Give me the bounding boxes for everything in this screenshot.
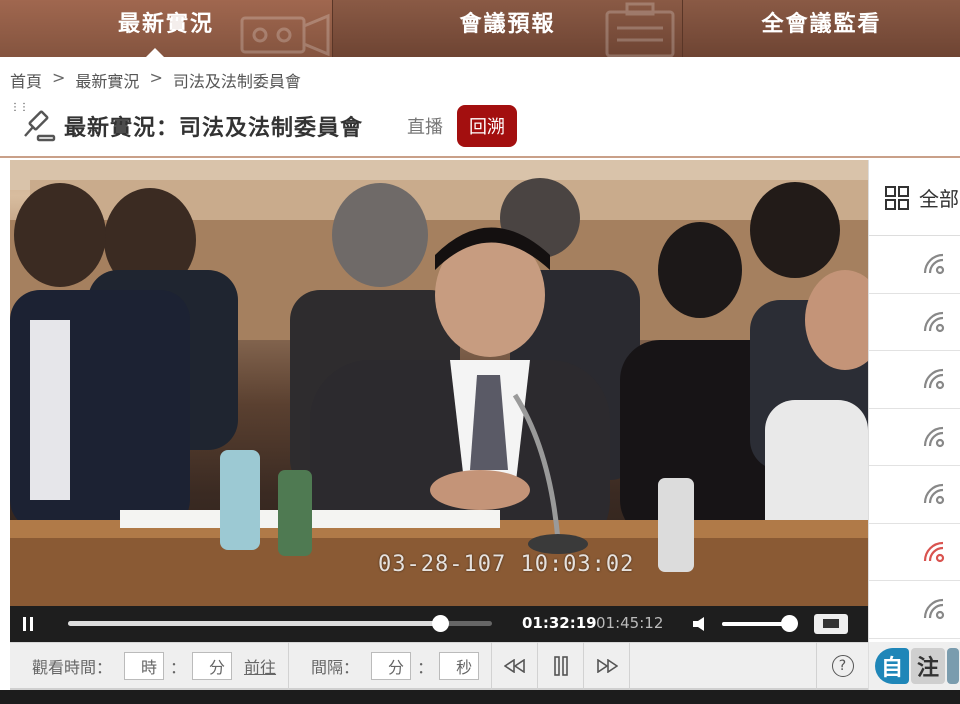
player-controls: 01:32:19 01:45:12 (10, 606, 868, 642)
pause-icon (23, 617, 33, 631)
seek-bar-fill (68, 621, 440, 626)
seek-bar-knob[interactable] (431, 615, 449, 632)
interval-label: 間隔： (311, 657, 360, 677)
replay-button[interactable]: 回溯 (457, 105, 518, 147)
broadcast-icon (923, 254, 945, 275)
meeting-list-panel: 全部 自 注 (868, 160, 960, 690)
go-button[interactable]: 前往 (244, 654, 276, 678)
help-button[interactable]: ? (816, 641, 868, 690)
fullscreen-button[interactable] (814, 614, 848, 634)
broadcast-icon (923, 599, 945, 620)
interval-second-input[interactable]: 秒 (439, 651, 480, 680)
colon: ： (170, 657, 187, 677)
panel-footer: 自 注 (869, 642, 960, 690)
title-divider (0, 156, 960, 158)
note-tag-button[interactable]: 注 (911, 648, 945, 684)
briefcase-icon (605, 2, 675, 57)
time-toolbar: 觀看時間： 時 ： 分 前往 間隔： 分 ： 秒 ? (10, 641, 868, 690)
breadcrumb-separator: > (52, 68, 66, 87)
panel-header-label: 全部 (919, 187, 959, 211)
title-row: 最新實況：司法及法制委員會 直播 回溯 (22, 104, 518, 148)
help-icon: ? (831, 654, 854, 677)
fast-forward-button[interactable] (584, 641, 631, 690)
live-toggle-button[interactable]: 直播 (407, 113, 443, 139)
tab-all-meeting-monitor[interactable]: 全會議監看 (682, 0, 960, 57)
breadcrumb-home[interactable]: 首頁 (10, 68, 42, 92)
fast-forward-icon (596, 658, 618, 673)
broadcast-icon (923, 541, 945, 562)
hour-input[interactable]: 時 (124, 651, 165, 680)
broadcast-icon (923, 484, 945, 505)
page-bottom-strip (0, 690, 960, 704)
panel-header[interactable]: 全部 (869, 160, 960, 236)
watch-time-label: 觀看時間： (32, 657, 113, 677)
auto-tag-button[interactable]: 自 (875, 648, 909, 684)
page-title: 最新實況：司法及法制委員會 (64, 116, 364, 141)
volume-slider[interactable] (722, 615, 798, 632)
meeting-list-item[interactable] (869, 581, 960, 639)
breadcrumb-committee: 司法及法制委員會 (172, 72, 301, 91)
duration: 01:45:12 (596, 614, 664, 632)
meeting-list-item[interactable] (869, 236, 960, 294)
gavel-icon (24, 110, 56, 142)
meeting-list-item[interactable] (869, 466, 960, 524)
tab-label: 最新實況 (117, 12, 214, 37)
top-nav: 最新實況 會議預報 全會議監看 (0, 0, 960, 57)
rewind-icon (503, 658, 525, 673)
video-player[interactable]: 03-28-107 10:03:02 (10, 160, 868, 606)
seek-bar[interactable] (68, 615, 492, 632)
meeting-list-item[interactable] (869, 351, 960, 409)
volume-icon[interactable] (692, 616, 708, 632)
meeting-list (869, 236, 960, 639)
volume-slider-fill (722, 622, 789, 626)
rewind-button[interactable] (492, 641, 539, 690)
volume-slider-knob[interactable] (780, 615, 798, 632)
meeting-list-item[interactable] (869, 524, 960, 581)
broadcast-icon (923, 426, 945, 447)
broadcast-icon (923, 369, 945, 390)
pause-icon (553, 655, 568, 676)
current-time: 01:32:19 (522, 614, 597, 632)
interval-minute-input[interactable]: 分 (371, 651, 412, 680)
meeting-list-item[interactable] (869, 294, 960, 351)
extra-tag-button[interactable] (947, 648, 959, 684)
toolbar-divider (288, 641, 290, 690)
broadcast-icon (923, 311, 945, 332)
tab-label: 會議預報 (459, 12, 556, 37)
colon: ： (417, 657, 434, 677)
video-frame (10, 160, 868, 606)
grid-icon (885, 185, 909, 210)
minute-input[interactable]: 分 (192, 651, 233, 680)
meeting-list-item[interactable] (869, 409, 960, 466)
toolbar-pause-button[interactable] (538, 641, 585, 690)
pause-button[interactable] (10, 606, 46, 642)
breadcrumb-separator: > (149, 68, 163, 87)
video-camera-icon (240, 13, 330, 56)
tab-latest-live[interactable]: 最新實況 (0, 0, 332, 57)
tab-label: 全會議監看 (761, 12, 882, 37)
breadcrumb: 首頁 > 最新實況 > 司法及法制委員會 (10, 68, 301, 92)
active-tab-caret (146, 48, 164, 57)
tab-meeting-forecast[interactable]: 會議預報 (332, 0, 682, 57)
video-timestamp-overlay: 03-28-107 10:03:02 (378, 552, 635, 577)
breadcrumb-latest-live[interactable]: 最新實況 (75, 68, 139, 92)
